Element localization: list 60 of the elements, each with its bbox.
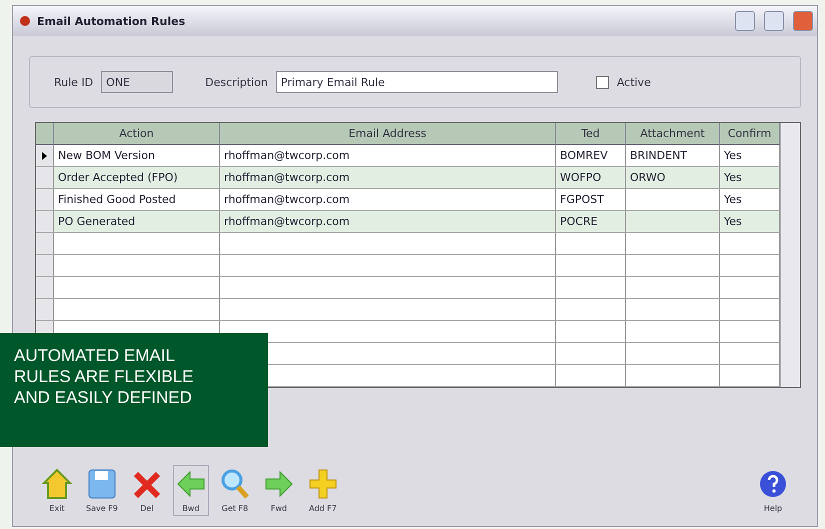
table-cell: rhoffman@twcorp.com xyxy=(220,145,556,167)
house-icon xyxy=(42,468,72,500)
minimize-button[interactable] xyxy=(735,11,755,31)
exit-button[interactable]: Exit xyxy=(39,465,75,516)
close-button[interactable] xyxy=(793,11,813,31)
column-header[interactable]: Action xyxy=(54,123,220,145)
help-button[interactable]: Help xyxy=(755,465,791,516)
right-arrow-icon xyxy=(264,468,294,500)
get-button[interactable]: Get F8 xyxy=(216,465,253,516)
table-cell: POCRE xyxy=(556,211,626,233)
table-cell: PO Generated xyxy=(54,211,220,233)
add-button[interactable]: Add F7 xyxy=(304,465,341,516)
row-marker[interactable] xyxy=(36,145,54,167)
table-cell: New BOM Version xyxy=(54,145,220,167)
column-header[interactable]: Ted xyxy=(556,123,626,145)
plus-icon xyxy=(308,468,338,500)
row-marker[interactable] xyxy=(36,277,54,299)
back-button[interactable]: Bwd xyxy=(172,465,209,516)
forward-button[interactable]: Fwd xyxy=(260,465,297,516)
magnifier-icon xyxy=(220,468,250,500)
row-marker[interactable] xyxy=(36,233,54,255)
rule-id-label: Rule ID xyxy=(54,76,94,88)
rule-id-field[interactable]: ONE xyxy=(101,71,174,93)
table-cell: Order Accepted (FPO) xyxy=(54,167,220,189)
table-cell: Yes xyxy=(720,167,780,189)
save-button[interactable]: Save F9 xyxy=(83,465,121,516)
delete-button[interactable]: Del xyxy=(128,465,165,516)
table-cell: WOFPO xyxy=(556,167,626,189)
row-marker[interactable] xyxy=(36,299,54,321)
left-arrow-icon xyxy=(176,468,206,500)
table-cell: rhoffman@twcorp.com xyxy=(220,189,556,211)
table-cell: Yes xyxy=(720,189,780,211)
table-cell: Yes xyxy=(720,211,780,233)
app-icon xyxy=(19,15,31,27)
description-label: Description xyxy=(205,76,268,88)
scrollbar[interactable] xyxy=(780,123,800,387)
table-cell: Yes xyxy=(720,145,780,167)
row-marker[interactable] xyxy=(36,189,54,211)
table-cell: Finished Good Posted xyxy=(54,189,220,211)
table-cell: BOMREV xyxy=(556,145,626,167)
row-marker[interactable] xyxy=(36,167,54,189)
description-field[interactable]: Primary Email Rule xyxy=(276,71,558,93)
column-header[interactable]: Attachment xyxy=(626,123,720,145)
table-cell: FGPOST xyxy=(556,189,626,211)
maximize-button[interactable] xyxy=(764,11,784,31)
table-cell: rhoffman@twcorp.com xyxy=(220,167,556,189)
table-cell: ORWO xyxy=(626,167,720,189)
row-marker[interactable] xyxy=(36,255,54,277)
row-pointer-icon xyxy=(42,152,47,160)
table-cell: rhoffman@twcorp.com xyxy=(220,211,556,233)
active-label: Active xyxy=(616,76,651,88)
corner-header xyxy=(36,123,54,145)
active-checkbox[interactable] xyxy=(596,76,609,88)
column-header[interactable]: Email Address xyxy=(220,123,556,145)
help-icon xyxy=(758,468,788,500)
column-header[interactable]: Confirm xyxy=(720,123,780,145)
caption-overlay: AUTOMATED EMAIL RULES ARE FLEXIBLE AND EASILY DEFINED xyxy=(0,333,268,447)
window-title: Email Automation Rules xyxy=(37,14,186,28)
row-marker[interactable] xyxy=(36,211,54,233)
table-cell: BRINDENT xyxy=(626,145,720,167)
